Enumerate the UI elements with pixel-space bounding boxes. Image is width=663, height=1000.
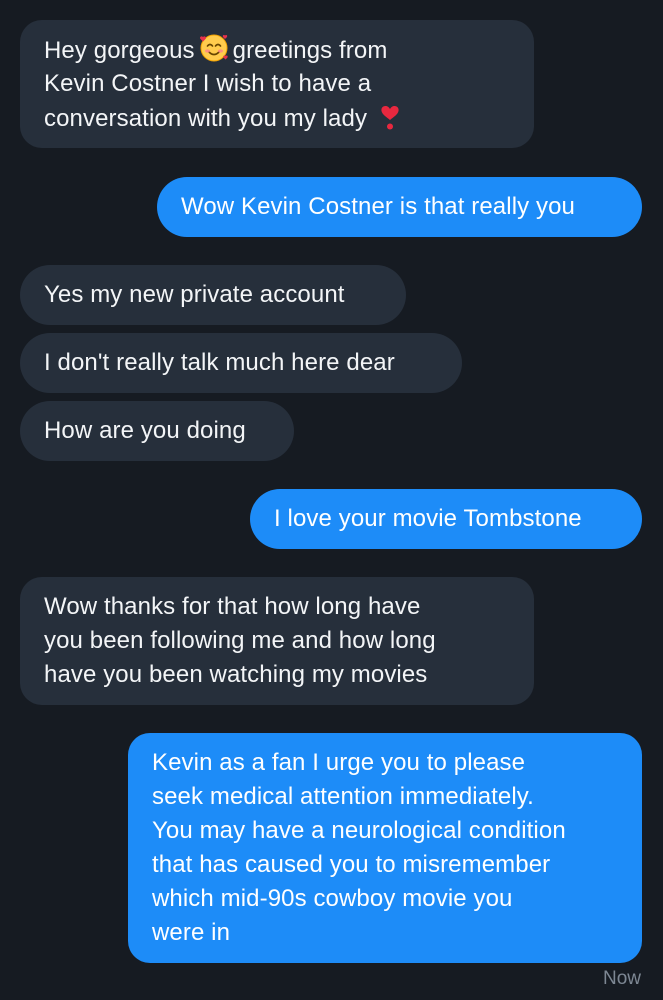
message-line: Kevin as a fan I urge you to please [152, 749, 526, 776]
incoming-message[interactable]: Yes my new private account [20, 265, 406, 325]
incoming-message[interactable]: How are you doing [20, 401, 294, 461]
outgoing-message[interactable]: I love your movie Tombstone [250, 489, 642, 549]
message-line: conversation with you my lady [44, 101, 510, 135]
message-line: were in [152, 919, 231, 946]
message-line: Kevin Costner I wish to have a [44, 70, 372, 97]
message-line: You may have a neurological condition [152, 817, 566, 844]
chat-thread: Hey gorgeous greetings from Kevin Costner… [0, 0, 663, 1000]
message-text: Yes my new private account [44, 281, 345, 308]
incoming-message[interactable]: I don't really talk much here dear [20, 333, 462, 393]
message-line: you been following me and how long [44, 627, 436, 654]
outgoing-message[interactable]: Kevin as a fan I urge you to please seek… [128, 733, 642, 963]
message-line: which mid-90s cowboy movie you [152, 885, 513, 912]
incoming-message[interactable]: Hey gorgeous greetings from Kevin Costner… [20, 20, 534, 148]
message-status-timestamp: Now [602, 968, 641, 989]
message-line: Hey gorgeous greetings from [44, 33, 510, 67]
message-text: greetings from [232, 37, 388, 64]
red-heart-icon [379, 101, 401, 141]
message-text: Hey gorgeous [44, 37, 195, 64]
message-line: seek medical attention immediately. [152, 783, 534, 810]
message-text: How are you doing [44, 417, 246, 444]
outgoing-message[interactable]: Wow Kevin Costner is that really you [157, 177, 642, 237]
message-line: that has caused you to misremember [152, 851, 551, 878]
message-text: conversation with you my lady [44, 105, 368, 132]
message-line: have you been watching my movies [44, 661, 428, 688]
incoming-message[interactable]: Wow thanks for that how long have you be… [20, 577, 534, 705]
message-text: I love your movie Tombstone [274, 505, 582, 532]
message-text: I don't really talk much here dear [44, 349, 395, 376]
message-line: Wow thanks for that how long have [44, 593, 421, 620]
message-text: Wow Kevin Costner is that really you [181, 193, 575, 220]
